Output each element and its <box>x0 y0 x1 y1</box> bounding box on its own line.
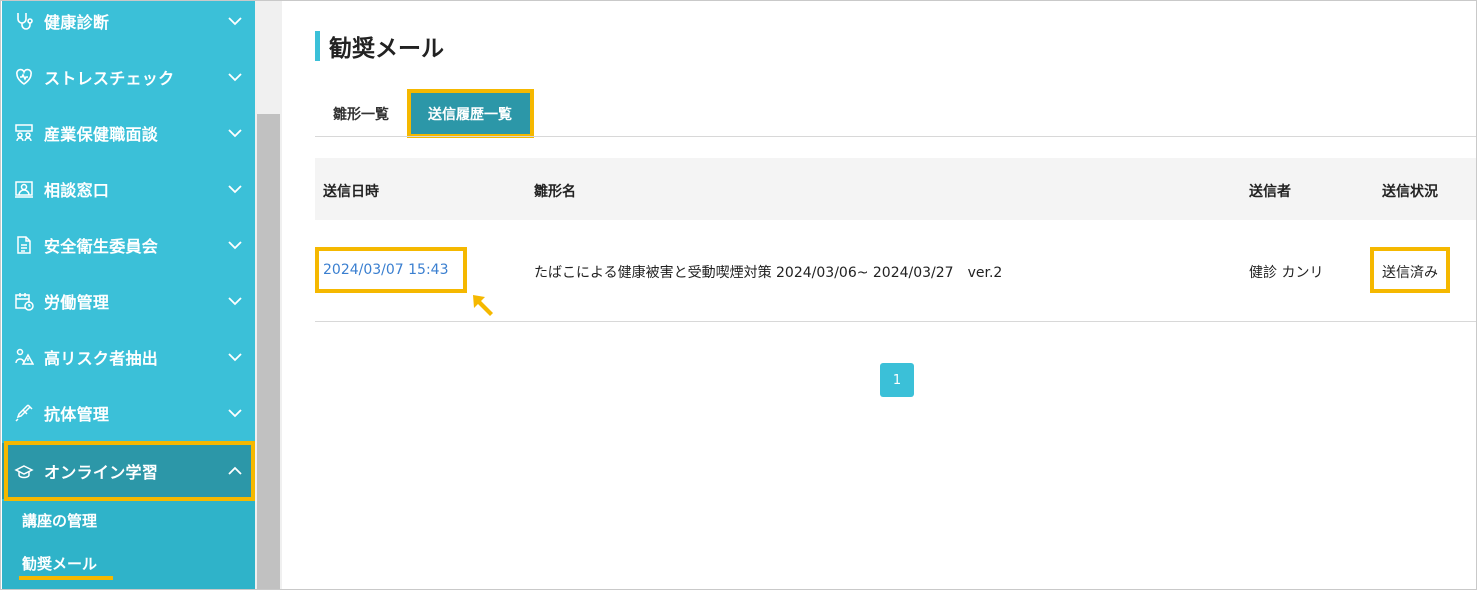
chevron-down-icon <box>226 124 244 142</box>
row-sender: 健診 カンリ <box>1249 265 1324 281</box>
pagination-page-button[interactable]: 1 <box>880 363 914 397</box>
sidebar: 健康診断 ストレスチェック 産業保健職面談 相談窓口 安全衛生委員会 労働管理 … <box>2 1 255 589</box>
chevron-down-icon <box>226 348 244 366</box>
column-header-template: 雛形名 <box>534 184 576 200</box>
chevron-down-icon <box>226 180 244 198</box>
calendar-clock-icon <box>14 291 34 311</box>
people-icon <box>14 123 34 143</box>
document-icon <box>14 235 34 255</box>
sidebar-item-stress-check[interactable]: ストレスチェック <box>2 49 255 105</box>
table-header <box>315 158 1476 220</box>
title-accent-bar <box>315 31 320 61</box>
sidebar-item-label: 安全衛生委員会 <box>44 237 159 256</box>
chevron-down-icon <box>226 404 244 422</box>
table-row-divider <box>315 321 1476 322</box>
sidebar-item-label: ストレスチェック <box>44 69 175 88</box>
sidebar-scrollbar-thumb[interactable] <box>257 114 280 589</box>
column-header-sender: 送信者 <box>1249 184 1291 200</box>
sidebar-item-labor-management[interactable]: 労働管理 <box>2 273 255 329</box>
page-title: 勧奨メール <box>329 36 444 62</box>
sidebar-item-label: 抗体管理 <box>44 405 110 424</box>
datetime-highlight <box>315 247 467 293</box>
row-template-name: たばこによる健康被害と受動喫煙対策 2024/03/06~ 2024/03/27… <box>534 265 1003 281</box>
column-header-status: 送信状況 <box>1382 184 1438 200</box>
chevron-down-icon <box>226 12 244 30</box>
sidebar-item-safety-committee[interactable]: 安全衛生委員会 <box>2 217 255 273</box>
sidebar-subitem-recommendation-mail[interactable]: 勧奨メール <box>22 553 97 574</box>
tab-template-list[interactable]: 雛形一覧 <box>315 92 407 136</box>
sidebar-item-consultation[interactable]: 相談窓口 <box>2 161 255 217</box>
tab-divider <box>315 136 1476 137</box>
sidebar-item-label: 相談窓口 <box>44 181 110 200</box>
sidebar-item-label: 健康診断 <box>44 13 110 32</box>
heart-icon <box>14 67 34 87</box>
tab-highlight <box>407 89 534 138</box>
sidebar-item-label: 労働管理 <box>44 293 110 312</box>
chevron-down-icon <box>226 292 244 310</box>
chevron-down-icon <box>226 236 244 254</box>
stethoscope-icon <box>14 11 34 31</box>
active-subitem-highlight <box>19 576 113 580</box>
status-highlight <box>1370 247 1450 293</box>
sidebar-item-high-risk[interactable]: 高リスク者抽出 <box>2 329 255 385</box>
sidebar-item-health-checkup[interactable]: 健康診断 <box>2 1 255 49</box>
pointer-arrow-icon <box>473 295 493 316</box>
chevron-down-icon <box>226 68 244 86</box>
person-card-icon <box>14 179 34 199</box>
sidebar-item-label: 産業保健職面談 <box>44 125 159 144</box>
sidebar-item-antibody[interactable]: 抗体管理 <box>2 385 255 441</box>
sidebar-item-occupational-interview[interactable]: 産業保健職面談 <box>2 105 255 161</box>
sidebar-subitem-course-management[interactable]: 講座の管理 <box>22 510 97 531</box>
sidebar-item-label: 高リスク者抽出 <box>44 349 159 368</box>
app-window: 健康診断 ストレスチェック 産業保健職面談 相談窓口 安全衛生委員会 労働管理 … <box>0 0 1477 590</box>
person-warning-icon <box>14 347 34 367</box>
column-header-datetime: 送信日時 <box>323 184 379 200</box>
syringe-icon <box>14 403 34 423</box>
sidebar-item-highlight <box>4 441 255 501</box>
